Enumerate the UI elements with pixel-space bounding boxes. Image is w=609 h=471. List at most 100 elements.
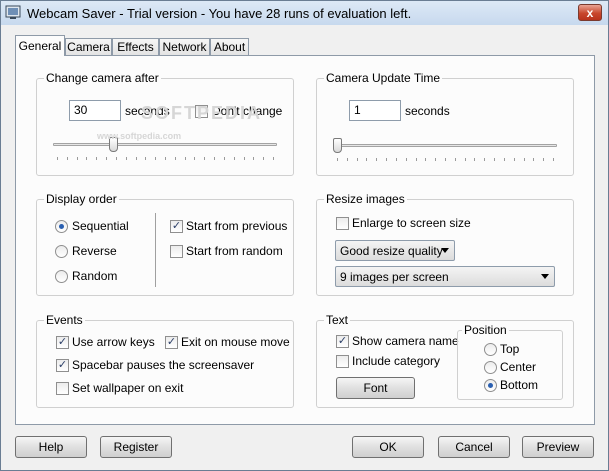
- slider-tick: [435, 158, 437, 161]
- start-from-random-checkbox[interactable]: [170, 245, 183, 258]
- slider-tick: [86, 157, 88, 160]
- slider-tick: [223, 157, 225, 160]
- radio-sequential[interactable]: [55, 220, 68, 233]
- slider-tick: [464, 158, 466, 161]
- resize-quality-select[interactable]: Good resize quality: [335, 240, 455, 261]
- slider-tick: [386, 158, 388, 161]
- slider-tick: [214, 157, 216, 160]
- set-wallpaper-checkbox[interactable]: [56, 382, 69, 395]
- slider-tick: [474, 158, 476, 161]
- radio-position-top-label: Top: [500, 342, 520, 356]
- camera-update-group: Camera Update Time 1 seconds: [316, 71, 574, 176]
- change-camera-title: Change camera after: [44, 71, 161, 85]
- slider-tick: [415, 158, 417, 161]
- events-group: Events ✓ Use arrow keys ✓ Exit on mouse …: [36, 313, 294, 408]
- resize-images-title: Resize images: [324, 192, 407, 206]
- slider-tick: [145, 157, 147, 160]
- preview-button[interactable]: Preview: [522, 436, 594, 458]
- close-icon: x: [586, 6, 594, 20]
- slider-tick: [513, 158, 515, 161]
- slider-tick: [96, 157, 98, 160]
- camera-update-slider-track: [333, 144, 557, 147]
- spacebar-pauses-label: Spacebar pauses the screensaver: [72, 358, 255, 372]
- cancel-button[interactable]: Cancel: [438, 436, 510, 458]
- help-button[interactable]: Help: [15, 436, 87, 458]
- start-from-random-label: Start from random: [186, 244, 283, 258]
- chevron-down-icon: [441, 248, 449, 253]
- slider-tick: [135, 157, 137, 160]
- slider-tick: [337, 158, 338, 161]
- radio-reverse[interactable]: [55, 245, 68, 258]
- camera-update-seconds-label: seconds: [405, 104, 450, 118]
- images-per-screen-select[interactable]: 9 images per screen: [335, 266, 555, 287]
- close-button[interactable]: x: [578, 4, 602, 21]
- display-order-title: Display order: [44, 192, 119, 206]
- resize-quality-value: Good resize quality: [340, 244, 443, 258]
- slider-tick: [76, 157, 78, 160]
- slider-tick: [346, 158, 348, 161]
- include-category-checkbox[interactable]: [336, 355, 349, 368]
- camera-update-title: Camera Update Time: [324, 71, 443, 85]
- exit-on-mouse-move-checkbox[interactable]: ✓: [165, 336, 178, 349]
- enlarge-checkbox[interactable]: [336, 217, 349, 230]
- show-camera-name-label: Show camera name: [352, 334, 459, 348]
- slider-tick: [115, 157, 117, 160]
- slider-tick: [233, 157, 235, 160]
- start-from-previous-checkbox[interactable]: ✓: [170, 220, 183, 233]
- radio-position-center[interactable]: [484, 361, 497, 374]
- radio-random-label: Random: [72, 269, 118, 283]
- radio-position-bottom[interactable]: [484, 379, 497, 392]
- slider-tick: [484, 158, 486, 161]
- slider-tick: [533, 158, 535, 161]
- show-camera-name-checkbox[interactable]: ✓: [336, 335, 349, 348]
- change-camera-seconds-input[interactable]: 30: [69, 100, 121, 121]
- tab-effects[interactable]: Effects: [112, 38, 159, 55]
- slider-tick: [165, 157, 166, 160]
- change-camera-slider-track: [53, 143, 277, 146]
- set-wallpaper-label: Set wallpaper on exit: [72, 381, 184, 395]
- display-order-divider: [155, 213, 156, 287]
- camera-update-seconds-input[interactable]: 1: [349, 100, 401, 121]
- slider-tick: [204, 157, 206, 160]
- text-group: Text ✓ Show camera name Include category…: [316, 313, 574, 408]
- title-bar: Webcam Saver - Trial version - You have …: [1, 1, 608, 25]
- camera-update-slider-thumb[interactable]: [333, 138, 342, 153]
- slider-tick: [543, 158, 545, 161]
- slider-tick: [376, 158, 378, 161]
- slider-tick: [454, 158, 456, 161]
- slider-tick: [57, 157, 58, 160]
- slider-tick: [184, 157, 186, 160]
- spacebar-pauses-checkbox[interactable]: ✓: [56, 359, 69, 372]
- slider-tick: [356, 158, 358, 161]
- font-button[interactable]: Font: [336, 377, 415, 399]
- slider-tick: [155, 157, 157, 160]
- position-group: Position Top Center Bottom: [457, 323, 563, 400]
- tab-camera[interactable]: Camera: [65, 38, 112, 55]
- slider-tick: [174, 157, 176, 160]
- slider-tick: [194, 157, 196, 160]
- slider-tick: [125, 157, 127, 160]
- slider-tick: [553, 158, 554, 161]
- radio-reverse-label: Reverse: [72, 244, 117, 258]
- start-from-previous-label: Start from previous: [186, 219, 288, 233]
- watermark-url: www.softpedia.com: [97, 131, 182, 141]
- slider-tick: [503, 158, 505, 161]
- use-arrow-keys-checkbox[interactable]: ✓: [56, 336, 69, 349]
- tab-network[interactable]: Network: [159, 38, 210, 55]
- app-window: Webcam Saver - Trial version - You have …: [0, 0, 609, 471]
- general-tab-panel: Change camera after 30 seconds Don't cha…: [15, 55, 595, 425]
- images-per-screen-value: 9 images per screen: [340, 270, 449, 284]
- webcam-app-icon: [5, 5, 21, 19]
- radio-random[interactable]: [55, 270, 68, 283]
- display-order-group: Display order Sequential Reverse Random …: [36, 192, 294, 296]
- slider-tick: [395, 158, 397, 161]
- exit-on-mouse-move-label: Exit on mouse move: [181, 335, 290, 349]
- slider-tick: [263, 157, 265, 160]
- slider-tick: [366, 158, 368, 161]
- slider-tick: [106, 157, 108, 160]
- ok-button[interactable]: OK: [352, 436, 424, 458]
- tab-general[interactable]: General: [15, 35, 65, 56]
- radio-position-top[interactable]: [484, 343, 497, 356]
- register-button[interactable]: Register: [100, 436, 172, 458]
- tab-about[interactable]: About: [210, 38, 249, 55]
